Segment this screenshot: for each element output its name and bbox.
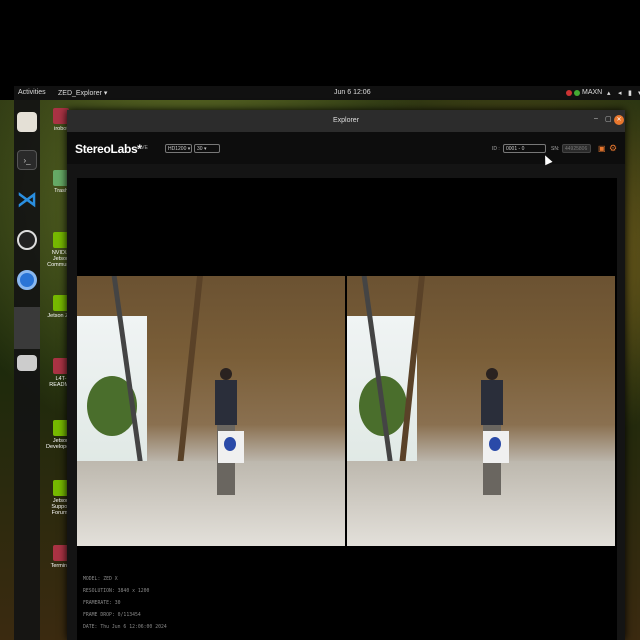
right-camera-view xyxy=(347,276,615,546)
resolution-select[interactable]: HD1200 ▾ xyxy=(165,144,192,153)
obs-icon[interactable] xyxy=(17,230,37,250)
terminal-icon[interactable]: ›_ xyxy=(17,150,37,170)
system-top-bar: Activities ZED_Explorer ▾ Jun 6 12:06 MA… xyxy=(14,86,640,100)
left-view-column xyxy=(177,276,203,466)
power-mode-label[interactable]: MAXN xyxy=(582,89,602,96)
camera-frame-drop-text: FRAME DROP: 0/113454 xyxy=(83,613,141,618)
left-view-calibration-board xyxy=(218,431,244,463)
activities-button[interactable]: Activities xyxy=(18,89,46,96)
settings-gear-icon[interactable]: ⚙ xyxy=(609,143,617,154)
power-mode-indicator-icon xyxy=(574,90,580,96)
chromium-icon[interactable] xyxy=(17,270,37,290)
record-icon[interactable]: ▣ xyxy=(598,144,606,153)
clock[interactable]: Jun 6 12:06 xyxy=(334,89,371,96)
desktop-icon-label: Trash xyxy=(54,188,68,194)
minimize-icon[interactable]: – xyxy=(594,115,598,122)
live-label: LIVE xyxy=(137,145,148,151)
left-camera-view xyxy=(77,276,345,546)
serial-number-label: SN: xyxy=(551,146,560,152)
camera-resolution-text: RESOLUTION: 3840 x 1200 xyxy=(83,589,150,594)
right-view-calibration-board xyxy=(483,431,509,463)
left-view-floor xyxy=(77,461,345,546)
wifi-icon[interactable]: ▴ xyxy=(607,89,611,97)
zed-explorer-active-icon[interactable] xyxy=(14,307,40,349)
vscode-icon[interactable]: ⋊ xyxy=(17,190,37,210)
nvidia-status-icon[interactable] xyxy=(566,90,572,96)
close-icon[interactable]: ✕ xyxy=(614,115,624,125)
drive-icon[interactable] xyxy=(17,355,37,371)
camera-model-text: MODEL: ZED X xyxy=(83,577,118,582)
window-title: Explorer xyxy=(332,117,360,124)
fps-select[interactable]: 30 ▾ xyxy=(194,144,220,153)
camera-framerate-text: FRAMERATE: 30 xyxy=(83,601,121,606)
app-menu[interactable]: ZED_Explorer ▾ xyxy=(58,89,107,97)
dock: ›_ ⋊ xyxy=(14,100,40,640)
device-id-label: ID : xyxy=(492,146,500,152)
battery-icon[interactable]: ▮ xyxy=(628,89,632,97)
camera-date-text: DATE: Thu Jun 6 12:06:00 2024 xyxy=(83,625,167,630)
video-display-area: MODEL: ZED X RESOLUTION: 3840 x 1200 FRA… xyxy=(77,178,617,640)
window-title-bar[interactable]: Explorer – ▢ ✕ xyxy=(67,110,625,132)
explorer-toolbar: StereoLabs* LIVE HD1200 ▾ 30 ▾ ID : 0001… xyxy=(67,132,625,164)
explorer-window: Explorer – ▢ ✕ StereoLabs* LIVE HD1200 ▾… xyxy=(67,110,625,640)
volume-icon[interactable]: ◂ xyxy=(618,89,622,97)
stereolabs-logo: StereoLabs* xyxy=(75,142,142,156)
maximize-icon[interactable]: ▢ xyxy=(605,115,612,123)
device-select[interactable]: 0001 - 0 xyxy=(503,144,546,153)
serial-number-field: 44925806 xyxy=(562,144,591,153)
desktop-icon-label: irobot xyxy=(54,126,68,132)
files-icon[interactable] xyxy=(17,112,37,132)
